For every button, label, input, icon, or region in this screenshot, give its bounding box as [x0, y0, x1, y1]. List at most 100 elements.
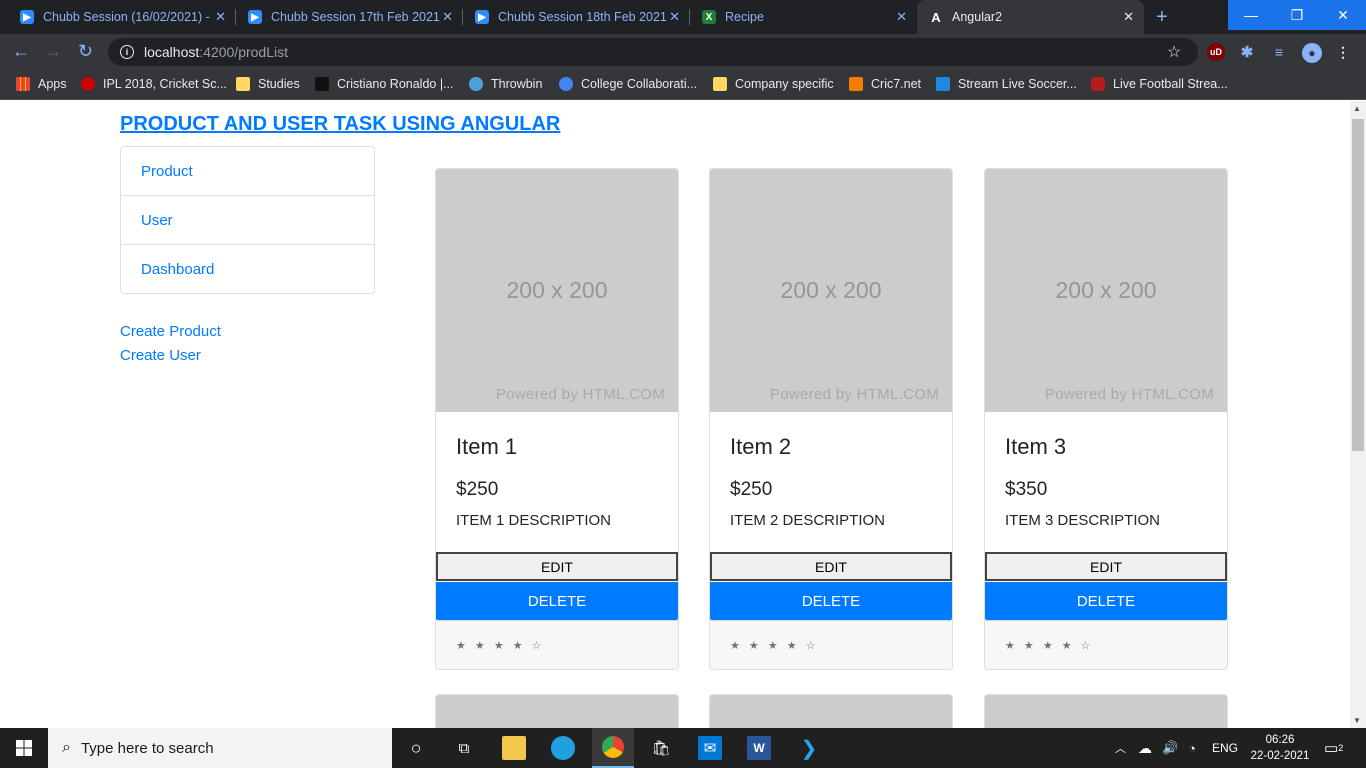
notifications-icon[interactable]: ▭ 2	[1324, 728, 1343, 768]
blogger-icon	[849, 77, 863, 91]
restore-icon[interactable]: ❐	[1274, 0, 1320, 30]
throwbin-icon	[469, 77, 483, 91]
delete-button[interactable]: DELETE	[710, 582, 952, 620]
create-user-link[interactable]: Create User	[120, 347, 201, 364]
page-content: PRODUCT AND USER TASK USING ANGULAR Prod…	[0, 101, 1350, 728]
product-price: $250	[730, 479, 773, 500]
minimize-icon[interactable]: —	[1228, 0, 1274, 30]
profile-avatar-icon[interactable]: ●	[1302, 43, 1322, 63]
bookmark-item[interactable]: Cristiano Ronaldo |...	[315, 70, 454, 98]
bookmark-star-icon[interactable]: ☆	[1167, 42, 1181, 62]
product-card: 200 x 200 Powered by HTML.COM Item 3 $35…	[984, 168, 1228, 670]
onedrive-icon[interactable]: ☁	[1138, 728, 1152, 768]
reload-icon[interactable]: ↻	[78, 41, 93, 62]
product-image-placeholder	[710, 695, 952, 728]
product-description: ITEM 2 DESCRIPTION	[730, 512, 886, 529]
browser-tab-active[interactable]: A Angular2 ✕	[917, 0, 1144, 34]
taskbar-search-input[interactable]: ⌕ Type here to search	[48, 728, 392, 768]
close-tab-icon[interactable]: ✕	[442, 9, 453, 25]
wifi-icon[interactable]: ◔	[1188, 728, 1196, 768]
extensions-icon[interactable]: ✱	[1238, 43, 1256, 61]
search-icon: ⌕	[62, 739, 71, 756]
windows-start-icon[interactable]	[0, 728, 48, 768]
info-icon[interactable]: i	[120, 45, 134, 59]
product-card-partial	[435, 694, 679, 728]
zoom-icon: ▶	[20, 10, 34, 24]
word-icon[interactable]: W	[747, 736, 771, 760]
bookmark-item[interactable]: College Collaborati...	[559, 70, 697, 98]
globe-icon	[559, 77, 573, 91]
product-rating: ★ ★ ★ ★ ☆	[710, 620, 952, 669]
delete-button[interactable]: DELETE	[985, 582, 1227, 620]
nav-item-dashboard[interactable]: Dashboard	[120, 244, 375, 294]
browser-tab[interactable]: ▶ Chubb Session (16/02/2021) - ✕	[0, 0, 236, 34]
product-image-placeholder: 200 x 200 Powered by HTML.COM	[985, 169, 1227, 412]
product-card: 200 x 200 Powered by HTML.COM Item 1 $25…	[435, 168, 679, 670]
product-image-placeholder: 200 x 200 Powered by HTML.COM	[436, 169, 678, 412]
windows-taskbar: ⌕ Type here to search ○ ⧉ 🛍 ✉ W ❯ ︿ ☁ 🔊 …	[0, 728, 1366, 768]
close-tab-icon[interactable]: ✕	[215, 9, 226, 25]
apps-grid-icon	[16, 77, 30, 91]
delete-button[interactable]: DELETE	[436, 582, 678, 620]
menu-kebab-icon[interactable]: ⋮	[1334, 43, 1352, 61]
reading-list-icon[interactable]: ≡	[1270, 43, 1288, 61]
scroll-up-icon[interactable]: ▲	[1353, 104, 1361, 113]
forward-icon[interactable]: →	[44, 41, 62, 62]
folder-icon	[713, 77, 727, 91]
browser-toolbar: ← → ↻ i localhost:4200/prodList ☆ uD ✱ ≡…	[0, 34, 1366, 70]
close-window-icon[interactable]: ✕	[1320, 0, 1366, 30]
edit-button[interactable]: EDIT	[985, 552, 1227, 581]
scroll-thumb[interactable]	[1352, 119, 1364, 451]
edge-icon[interactable]	[551, 736, 575, 760]
mail-icon[interactable]: ✉	[698, 736, 722, 760]
clock-time: 06:26	[1265, 734, 1295, 746]
address-host: localhost	[144, 44, 200, 60]
clock[interactable]: 06:26 22-02-2021	[1248, 728, 1312, 768]
ipl-icon	[81, 77, 95, 91]
page-scrollbar[interactable]: ▲ ▼	[1350, 101, 1366, 728]
bookmark-item[interactable]: Stream Live Soccer...	[936, 70, 1077, 98]
bookmark-item[interactable]: IPL 2018, Cricket Sc...	[81, 70, 227, 98]
bookmarks-bar: Apps IPL 2018, Cricket Sc... Studies Cri…	[0, 70, 1366, 100]
zoom-icon: ▶	[248, 10, 262, 24]
create-product-link[interactable]: Create Product	[120, 323, 221, 340]
volume-icon[interactable]: 🔊	[1162, 728, 1178, 768]
page-title-link[interactable]: PRODUCT AND USER TASK USING ANGULAR	[120, 113, 560, 136]
bookmark-apps[interactable]: Apps	[16, 70, 67, 98]
product-card-partial	[709, 694, 953, 728]
browser-tab[interactable]: ▶ Chubb Session 18th Feb 2021 ✕	[463, 0, 690, 34]
product-rating: ★ ★ ★ ★ ☆	[985, 620, 1227, 669]
chrome-taskbar-icon[interactable]	[592, 728, 634, 768]
close-tab-icon[interactable]: ✕	[896, 9, 907, 25]
new-tab-icon[interactable]: +	[1156, 6, 1168, 29]
football-icon	[1091, 77, 1105, 91]
product-price: $250	[456, 479, 499, 500]
angular-icon: A	[931, 9, 941, 25]
bookmark-item[interactable]: Cric7.net	[849, 70, 921, 98]
scroll-down-icon[interactable]: ▼	[1353, 716, 1361, 725]
edit-button[interactable]: EDIT	[436, 552, 678, 581]
task-view-icon[interactable]: ⧉	[452, 736, 476, 760]
address-path: :4200/prodList	[199, 44, 288, 60]
tray-chevron-icon[interactable]: ︿	[1115, 728, 1126, 768]
close-tab-icon[interactable]: ✕	[1123, 9, 1134, 25]
vscode-icon[interactable]: ❯	[797, 736, 821, 760]
browser-tab[interactable]: ▶ Chubb Session 17th Feb 2021 ✕	[236, 0, 463, 34]
bookmark-folder[interactable]: Studies	[236, 70, 300, 98]
address-bar[interactable]: i localhost:4200/prodList	[108, 38, 1198, 66]
bookmark-folder[interactable]: Company specific	[713, 70, 834, 98]
nav-item-product[interactable]: Product	[120, 146, 375, 196]
language-indicator[interactable]: ENG	[1212, 728, 1238, 768]
cortana-icon[interactable]: ○	[404, 736, 428, 760]
product-image-placeholder: 200 x 200 Powered by HTML.COM	[710, 169, 952, 412]
browser-tab[interactable]: X Recipe ✕	[690, 0, 917, 34]
file-explorer-icon[interactable]	[502, 736, 526, 760]
bookmark-item[interactable]: Live Football Strea...	[1091, 70, 1228, 98]
bookmark-item[interactable]: Throwbin	[469, 70, 542, 98]
nav-item-user[interactable]: User	[120, 195, 375, 245]
store-icon[interactable]: 🛍	[649, 736, 673, 760]
ublock-icon[interactable]: uD	[1207, 43, 1225, 61]
back-icon[interactable]: ←	[12, 41, 30, 62]
close-tab-icon[interactable]: ✕	[669, 9, 680, 25]
edit-button[interactable]: EDIT	[710, 552, 952, 581]
